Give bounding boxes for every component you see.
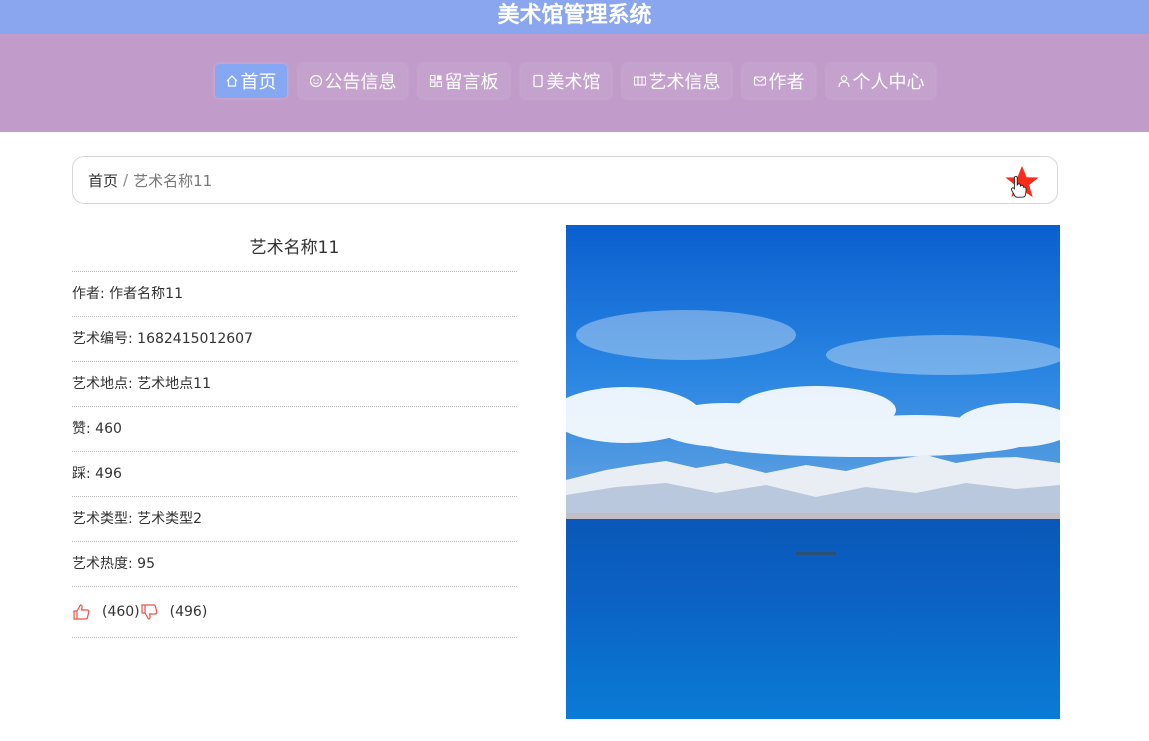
nav-item-user-center[interactable]: 个人中心 <box>826 64 935 98</box>
breadcrumb: 首页 / 艺术名称11 <box>72 156 1058 204</box>
type-row: 艺术类型: 艺术类型2 <box>72 497 517 542</box>
nav-bar: 首页 公告信息 留言板 美术馆 艺术信息 作者 个人中心 <box>0 34 1149 132</box>
film-icon <box>633 76 646 86</box>
main-nav: 首页 公告信息 留言板 美术馆 艺术信息 作者 个人中心 <box>214 64 935 98</box>
nav-label-art-info: 艺术信息 <box>648 72 721 93</box>
location-row: 艺术地点: 艺术地点11 <box>72 362 517 407</box>
heat-row: 艺术热度: 95 <box>72 542 517 587</box>
breadcrumb-current: 艺术名称11 <box>133 171 213 190</box>
nav-item-gallery[interactable]: 美术馆 <box>520 64 611 98</box>
art-title: 艺术名称11 <box>72 225 517 272</box>
art-image <box>566 225 1060 719</box>
art-details: 艺术名称11 作者: 作者名称11 艺术编号: 1682415012607 艺术… <box>72 225 517 638</box>
home-icon <box>226 75 237 87</box>
breadcrumb-home-link[interactable]: 首页 <box>88 170 118 191</box>
thumbs-down-icon[interactable] <box>140 602 160 622</box>
mail-icon <box>753 76 766 86</box>
square-icon <box>532 74 543 88</box>
dislike-count: (496) <box>169 604 208 620</box>
star-icon[interactable] <box>1003 163 1041 201</box>
nav-item-author[interactable]: 作者 <box>742 64 815 98</box>
likes-row: 赞: 460 <box>72 407 517 452</box>
nav-label-message-board: 留言板 <box>444 72 499 93</box>
nav-label-home: 首页 <box>240 72 277 93</box>
like-count: (460) <box>102 604 140 620</box>
nav-label-gallery: 美术馆 <box>546 72 601 93</box>
app-title: 美术馆管理系统 <box>497 3 652 28</box>
smile-icon <box>309 74 322 88</box>
author-row: 作者: 作者名称11 <box>72 272 517 317</box>
nav-item-art-info[interactable]: 艺术信息 <box>622 64 731 98</box>
code-row: 艺术编号: 1682415012607 <box>72 317 517 362</box>
grid-icon <box>429 74 442 88</box>
thumbs-up-icon[interactable] <box>72 602 92 622</box>
breadcrumb-separator: / <box>123 171 129 189</box>
nav-label-author: 作者 <box>768 72 805 93</box>
nav-item-home[interactable]: 首页 <box>214 64 287 98</box>
nav-label-user-center: 个人中心 <box>852 72 925 93</box>
nav-item-notice[interactable]: 公告信息 <box>298 64 407 98</box>
dislikes-row: 踩: 496 <box>72 452 517 497</box>
landscape-image <box>566 225 1060 719</box>
app-title-bar: 美术馆管理系统 <box>0 0 1149 34</box>
nav-item-message-board[interactable]: 留言板 <box>418 64 509 98</box>
nav-label-notice: 公告信息 <box>324 72 397 93</box>
user-icon <box>837 75 850 88</box>
vote-row: (460) (496) <box>72 587 517 638</box>
